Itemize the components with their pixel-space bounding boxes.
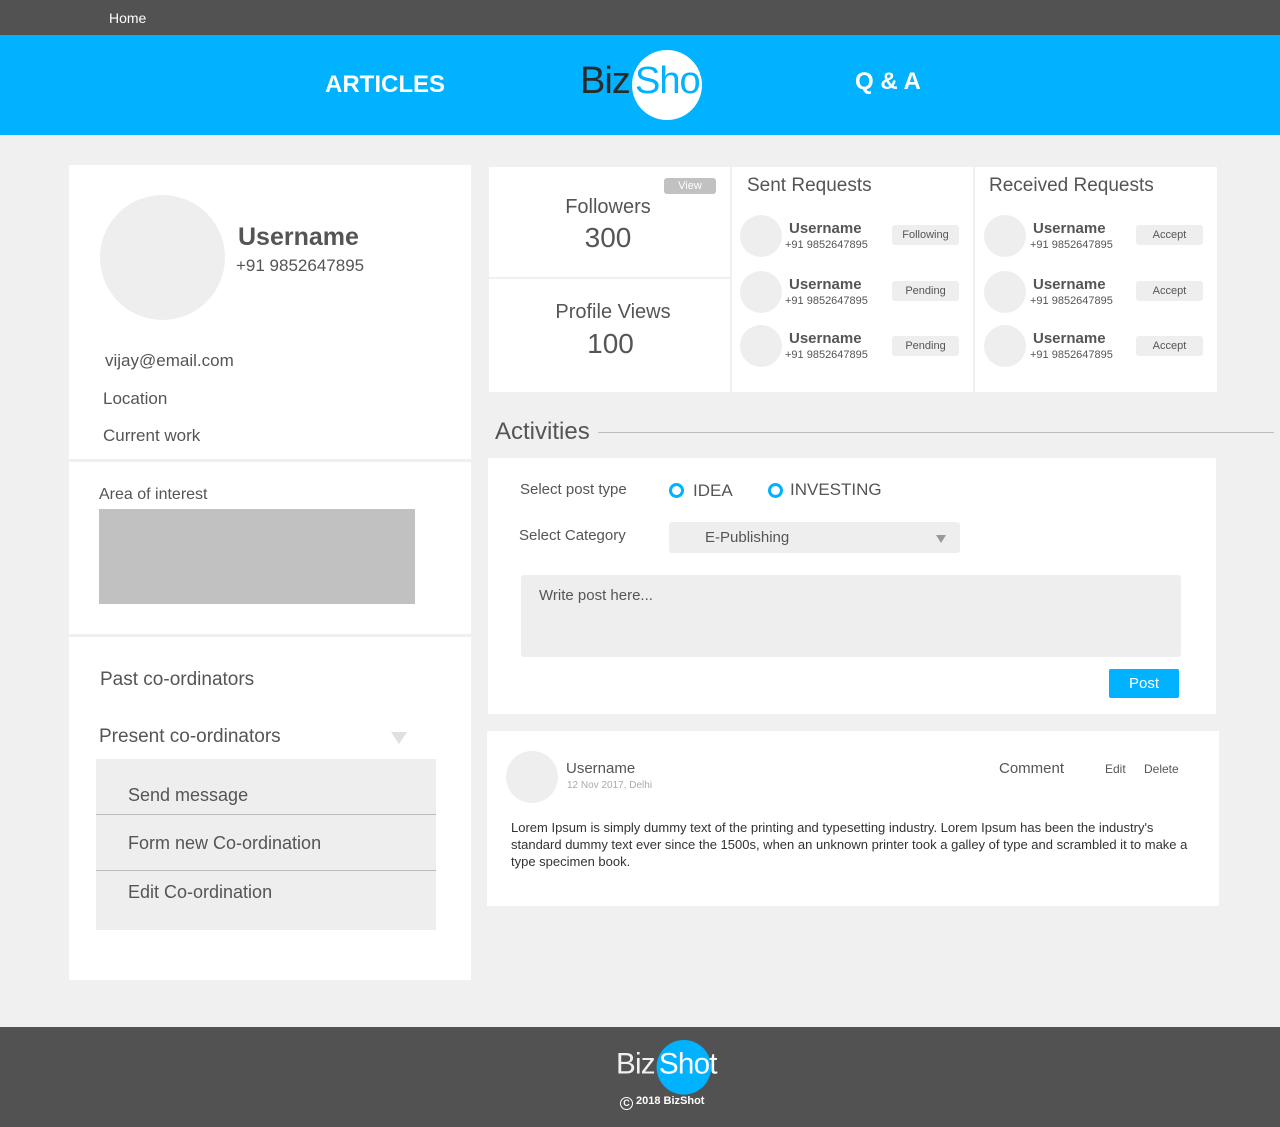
stats-card: View Followers 300 Profile Views 100 Sen… bbox=[489, 167, 1217, 392]
category-select[interactable]: E-Publishing bbox=[669, 522, 960, 553]
profile-current-work: Current work bbox=[103, 426, 201, 445]
top-bar: Home bbox=[0, 0, 1280, 35]
post-textarea[interactable]: Write post here... bbox=[521, 575, 1181, 657]
present-coordinators[interactable]: Present co-ordinators bbox=[99, 726, 281, 748]
bizshot-logo[interactable]: Biz Shot bbox=[580, 50, 710, 120]
category-label: Select Category bbox=[519, 527, 626, 544]
chevron-down-icon[interactable] bbox=[391, 732, 407, 744]
divider bbox=[69, 634, 471, 637]
request-username: Username bbox=[1033, 276, 1106, 293]
menu-form-new-coordination[interactable]: Form new Co-ordination bbox=[128, 833, 321, 854]
nav-articles[interactable]: ARTICLES bbox=[325, 71, 445, 99]
divider bbox=[973, 167, 975, 392]
pending-button[interactable]: Pending bbox=[892, 281, 959, 301]
request-username: Username bbox=[789, 220, 862, 237]
past-coordinators[interactable]: Past co-ordinators bbox=[100, 669, 254, 691]
followers-count: 300 bbox=[584, 222, 632, 253]
logo-biz: Biz bbox=[580, 60, 631, 102]
request-username: Username bbox=[1033, 330, 1106, 347]
followers-label: Followers bbox=[565, 196, 651, 218]
radio-investing[interactable] bbox=[768, 483, 783, 498]
menu-divider bbox=[96, 814, 436, 815]
edit-button[interactable]: Edit bbox=[1105, 762, 1126, 776]
nav-qa[interactable]: Q & A bbox=[855, 68, 921, 96]
area-of-interest-label: Area of interest bbox=[99, 486, 208, 503]
radio-idea[interactable] bbox=[669, 483, 684, 498]
avatar[interactable] bbox=[506, 751, 558, 803]
avatar[interactable] bbox=[984, 325, 1026, 367]
request-phone: +91 9852647895 bbox=[785, 239, 868, 251]
profile-phone: +91 9852647895 bbox=[236, 256, 365, 275]
request-phone: +91 9852647895 bbox=[785, 349, 868, 361]
coordinator-menu: Send message Form new Co-ordination Edit… bbox=[96, 759, 436, 930]
sent-requests-title: Sent Requests bbox=[747, 175, 872, 196]
request-username: Username bbox=[789, 276, 862, 293]
accept-button[interactable]: Accept bbox=[1136, 281, 1203, 301]
pending-button[interactable]: Pending bbox=[892, 336, 959, 356]
profile-card: Username +91 9852647895 vijay@email.com … bbox=[69, 165, 471, 980]
header: ARTICLES Biz Shot Q & A bbox=[0, 35, 1280, 135]
post-placeholder: Write post here... bbox=[539, 587, 653, 604]
request-phone: +91 9852647895 bbox=[1030, 349, 1113, 361]
radio-idea-label[interactable]: IDEA bbox=[693, 481, 733, 501]
copyright-text: 2018 BizShot bbox=[636, 1095, 705, 1107]
post-username[interactable]: Username bbox=[566, 760, 635, 777]
menu-divider bbox=[96, 870, 436, 871]
divider bbox=[69, 459, 471, 462]
accept-button[interactable]: Accept bbox=[1136, 225, 1203, 245]
comment-button[interactable]: Comment bbox=[999, 760, 1064, 777]
request-phone: +91 9852647895 bbox=[785, 295, 868, 307]
delete-button[interactable]: Delete bbox=[1144, 762, 1179, 776]
request-username: Username bbox=[1033, 220, 1106, 237]
menu-edit-coordination[interactable]: Edit Co-ordination bbox=[128, 882, 272, 903]
footer: Biz Shot C 2018 BizShot bbox=[0, 1027, 1280, 1127]
menu-send-message[interactable]: Send message bbox=[128, 785, 248, 806]
request-phone: +91 9852647895 bbox=[1030, 295, 1113, 307]
profile-email: vijay@email.com bbox=[105, 351, 234, 370]
copyright-icon: C bbox=[620, 1097, 633, 1110]
divider bbox=[598, 432, 1274, 433]
footer-logo: Biz Shot bbox=[616, 1040, 718, 1095]
accept-button[interactable]: Accept bbox=[1136, 336, 1203, 356]
category-value: E-Publishing bbox=[705, 529, 790, 546]
following-button[interactable]: Following bbox=[892, 225, 959, 245]
avatar[interactable] bbox=[100, 195, 225, 320]
profile-views-label: Profile Views bbox=[555, 301, 671, 323]
avatar[interactable] bbox=[984, 215, 1026, 257]
profile-username: Username bbox=[238, 223, 359, 251]
avatar[interactable] bbox=[740, 215, 782, 257]
radio-investing-label[interactable]: INVESTING bbox=[790, 480, 882, 500]
avatar[interactable] bbox=[740, 271, 782, 313]
post-type-label: Select post type bbox=[520, 481, 627, 498]
received-requests-title: Received Requests bbox=[989, 175, 1154, 196]
chevron-down-icon bbox=[936, 535, 946, 543]
logo-shot: Shot bbox=[635, 60, 710, 102]
home-link[interactable]: Home bbox=[109, 10, 146, 26]
avatar[interactable] bbox=[984, 271, 1026, 313]
request-username: Username bbox=[789, 330, 862, 347]
request-phone: +91 9852647895 bbox=[1030, 239, 1113, 251]
post-button[interactable]: Post bbox=[1109, 669, 1179, 698]
area-of-interest-box[interactable] bbox=[99, 509, 415, 604]
copyright: C 2018 BizShot bbox=[620, 1095, 704, 1110]
post-body: Lorem Ipsum is simply dummy text of the … bbox=[511, 820, 1188, 869]
profile-views-count: 100 bbox=[587, 328, 634, 359]
profile-location: Location bbox=[103, 389, 168, 408]
new-post-card: Select post type IDEA INVESTING Select C… bbox=[488, 458, 1216, 714]
activities-title: Activities bbox=[495, 418, 590, 445]
divider bbox=[489, 277, 730, 279]
post-meta: 12 Nov 2017, Delhi bbox=[567, 780, 653, 791]
view-button[interactable]: View bbox=[664, 178, 716, 194]
logo-biz: Biz bbox=[616, 1047, 656, 1081]
avatar[interactable] bbox=[740, 325, 782, 367]
feed-post: Username 12 Nov 2017, Delhi Comment Edit… bbox=[487, 731, 1219, 906]
logo-shot: Shot bbox=[658, 1047, 718, 1081]
